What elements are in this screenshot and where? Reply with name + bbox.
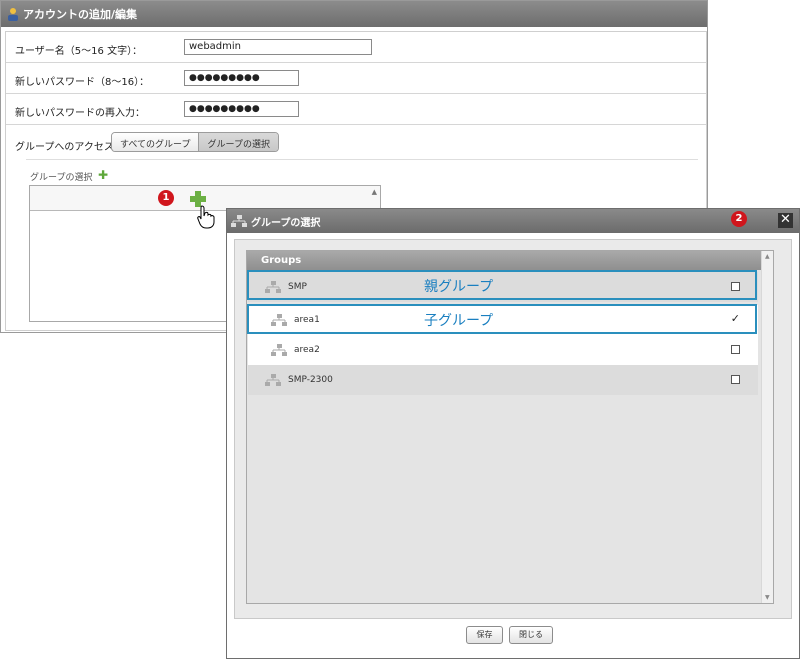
scroll-up-icon[interactable]: ▲ [765,253,770,260]
group-node-icon [265,374,281,386]
close-button[interactable]: 閉じる [509,626,553,644]
username-label: ユーザー名（5～16 文字）： [15,46,143,57]
group-node-icon [271,344,287,356]
checkmark-icon[interactable]: ✓ [731,312,740,325]
scroll-up-icon[interactable]: ▲ [372,188,377,196]
password-confirm-row: 新しいパスワードの再入力： ●●●●●●●●● [6,94,706,125]
divider [26,159,698,160]
step-marker-2: 2 [731,211,747,227]
password-row: 新しいパスワード（8～16）： ●●●●●●●●● [6,63,706,94]
password-confirm-label: 新しいパスワードの再入力： [15,108,145,119]
parent-group-annotation: 親グループ [424,279,494,295]
save-button[interactable]: 保存 [466,626,503,644]
user-icon [8,8,18,21]
add-group-icon[interactable]: ✚ [98,168,108,182]
tree-row-label: area2 [294,345,320,355]
group-node-icon [265,281,281,293]
row-checkbox[interactable] [731,345,740,354]
username-row: ユーザー名（5～16 文字）： webadmin [6,32,706,63]
password-label: 新しいパスワード（8～16）： [15,77,150,88]
row-checkbox[interactable] [731,282,740,291]
panel-header: アカウントの追加/編集 [1,1,707,27]
password-confirm-input[interactable]: ●●●●●●●●● [184,101,299,117]
tree-header: Groups [247,251,761,270]
close-icon[interactable]: ✕ [778,213,793,228]
group-node-icon [271,314,287,326]
tree-row-area1[interactable]: area1 ✓ [248,305,758,335]
tree-row-area2[interactable]: area2 [248,335,758,365]
group-access-toggle: すべてのグループ グループの選択 [111,132,279,152]
hand-cursor-icon [197,205,215,229]
tree-scrollbar[interactable]: ▲ ▼ [761,251,773,603]
panel-title: アカウントの追加/編集 [23,8,138,21]
tree-row-smp-2300[interactable]: SMP-2300 [248,365,758,395]
group-select-label: グループの選択 [30,173,93,183]
step-marker-1: 1 [158,190,174,206]
dialog-content: Groups ▲ ▼ SMP area1 ✓ area2 SMP-2300 [234,239,792,619]
tree-row-label: SMP [288,282,307,292]
tree-row-label: SMP-2300 [288,375,333,385]
group-access-label: グループへのアクセス [15,142,114,153]
tree-row-smp[interactable]: SMP [248,272,758,302]
dialog-header: グループの選択 ✕ [227,209,799,233]
tree-row-label: area1 [294,315,320,325]
group-tree: Groups ▲ ▼ SMP area1 ✓ area2 SMP-2300 [246,250,774,604]
scroll-down-icon[interactable]: ▼ [765,594,770,601]
username-input[interactable]: webadmin [184,39,372,55]
password-input[interactable]: ●●●●●●●●● [184,70,299,86]
select-groups-option[interactable]: グループの選択 [198,133,278,151]
group-select-dialog: グループの選択 ✕ Groups ▲ ▼ SMP area1 ✓ area2 S… [226,208,800,659]
child-group-annotation: 子グループ [424,313,494,329]
row-checkbox[interactable] [731,375,740,384]
all-groups-option[interactable]: すべてのグループ [112,133,199,151]
dialog-title: グループの選択 [251,217,321,229]
group-tree-icon [231,215,247,227]
